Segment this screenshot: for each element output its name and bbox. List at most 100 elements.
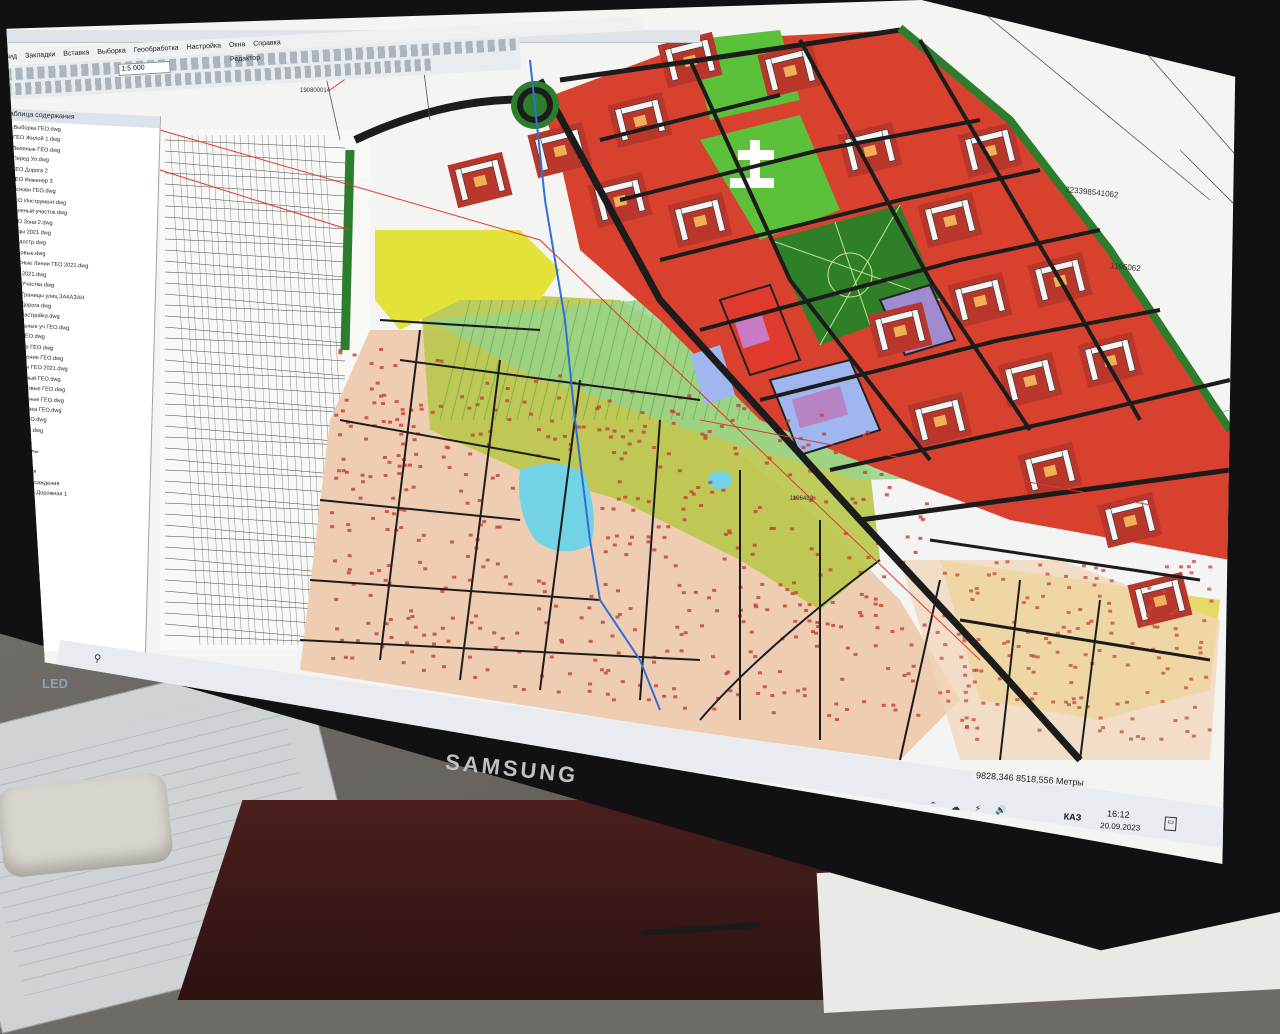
house [1146, 614, 1150, 617]
search-icon[interactable]: ⚲ [93, 653, 104, 664]
house [577, 426, 581, 429]
house [672, 422, 676, 425]
layer-name: ГЕО Дорога 2 [12, 166, 48, 174]
house [975, 738, 979, 741]
house [808, 603, 812, 606]
house [350, 657, 354, 660]
house [440, 590, 444, 593]
house [505, 399, 509, 402]
house [647, 500, 651, 503]
layer-name: Зеленые ГЕО.dwg [13, 146, 61, 154]
house [366, 622, 370, 625]
house [917, 480, 921, 483]
house [1067, 703, 1071, 706]
house [652, 548, 656, 551]
house [330, 511, 334, 514]
house [1064, 575, 1068, 578]
menu-selection[interactable]: Выборка [97, 47, 126, 55]
house [682, 591, 686, 594]
house [631, 509, 635, 512]
house [507, 418, 511, 421]
menu-geoprocessing[interactable]: Геообработка [134, 44, 179, 53]
house [546, 435, 550, 438]
house [401, 412, 405, 415]
house [628, 542, 632, 545]
layer-name: Перед Ул.dwg [13, 156, 49, 164]
house [965, 716, 969, 719]
house [1064, 701, 1068, 704]
house [943, 643, 947, 646]
house [959, 656, 963, 659]
house [1109, 632, 1113, 635]
menu-bookmarks[interactable]: Закладки [25, 51, 56, 60]
house [395, 400, 399, 403]
house [1131, 642, 1135, 645]
house [606, 536, 610, 539]
house [794, 635, 798, 638]
house [1148, 607, 1152, 610]
menu-help[interactable]: Справка [253, 39, 281, 47]
house [677, 584, 681, 587]
house [824, 500, 828, 503]
house [778, 439, 782, 442]
house [680, 649, 684, 652]
house [1001, 578, 1005, 581]
house [623, 496, 627, 499]
house [1067, 630, 1071, 633]
house [431, 411, 435, 414]
house [1142, 622, 1146, 625]
house [874, 598, 878, 601]
house [377, 569, 381, 572]
house [414, 626, 418, 629]
clock-time[interactable]: 16:12 [1107, 808, 1130, 820]
menu-customize[interactable]: Настройка [186, 42, 221, 51]
house [621, 680, 625, 683]
house [791, 592, 795, 595]
house [700, 433, 704, 436]
house [804, 609, 808, 612]
house [754, 510, 758, 513]
house [831, 624, 835, 627]
house [481, 565, 485, 568]
house [537, 428, 541, 431]
house [977, 638, 981, 641]
house [828, 568, 832, 571]
house [723, 558, 727, 561]
house [412, 425, 416, 428]
tray-icons[interactable]: ⌃ ☁ ⚡ 🔊 [929, 800, 1013, 817]
house [890, 630, 894, 633]
house [372, 401, 376, 404]
house [466, 502, 470, 505]
house [868, 440, 872, 443]
house [542, 582, 546, 585]
keyboard-language[interactable]: КАЗ [1063, 811, 1081, 822]
house [969, 589, 973, 592]
house [550, 655, 554, 658]
house [448, 466, 452, 469]
house [1116, 703, 1120, 706]
house [912, 665, 916, 668]
house [1095, 577, 1099, 580]
notification-icon[interactable]: ▭ [1164, 816, 1177, 831]
house [347, 571, 351, 574]
house [687, 394, 691, 397]
house [785, 588, 789, 591]
house [1141, 737, 1145, 740]
house [1027, 667, 1031, 670]
house [392, 512, 396, 515]
house [1056, 651, 1060, 654]
house [432, 642, 436, 645]
house [728, 531, 732, 534]
house [972, 718, 976, 721]
house [379, 395, 383, 398]
house [1146, 691, 1150, 694]
pond [708, 471, 732, 489]
menu-insert[interactable]: Вставка [63, 49, 89, 57]
clock-date[interactable]: 20.09.2023 [1100, 821, 1141, 833]
house [1157, 656, 1161, 659]
house [1078, 608, 1082, 611]
desk-device [0, 771, 174, 878]
layer-name: Основн ГЕО.dwg [12, 187, 56, 195]
house [876, 626, 880, 629]
menu-windows[interactable]: Окна [229, 41, 246, 49]
